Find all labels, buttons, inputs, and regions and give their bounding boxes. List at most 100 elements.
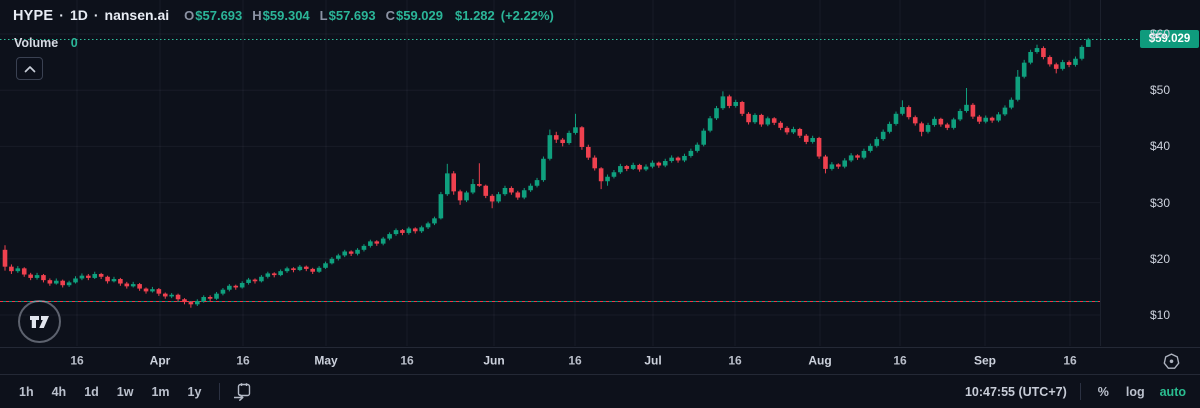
goto-date-button[interactable] [229, 380, 255, 404]
candle-body [157, 289, 162, 293]
ohlc-pair-H: H$59.304 [252, 8, 309, 23]
candle-body [701, 131, 706, 145]
interval-button-4h[interactable]: 4h [45, 382, 74, 402]
candle-body [817, 138, 822, 157]
candle-body [253, 280, 258, 282]
candle-body [310, 269, 315, 272]
candle-body [490, 196, 495, 202]
candle-body [374, 241, 379, 243]
candle-body [772, 118, 777, 122]
candle-body [945, 124, 950, 127]
separator-dot: · [94, 7, 99, 23]
collapse-pane-button[interactable] [16, 57, 43, 80]
candle-body [407, 228, 412, 232]
candle-body [285, 268, 290, 271]
candle-body [67, 282, 72, 285]
chart-app: HYPE · 1D · nansen.ai O$57.693H$59.304L$… [0, 0, 1200, 408]
candle-body [919, 123, 924, 131]
candle-body [868, 146, 873, 151]
candle-body [22, 268, 27, 274]
clock-display[interactable]: 10:47:55 (UTC+7) [965, 385, 1067, 399]
time-axis-label: Jul [644, 354, 661, 368]
candle-body [567, 133, 572, 143]
price-axis[interactable]: $59.029 $60$50$40$30$20$10 [1100, 0, 1200, 346]
candle-body [426, 223, 431, 227]
interval-button-1w[interactable]: 1w [110, 382, 141, 402]
candle-body [990, 118, 995, 121]
change-absolute: $1.282 [455, 8, 495, 23]
time-axis-label: 16 [70, 354, 83, 368]
price-axis-label: $50 [1150, 83, 1170, 97]
candle-body [291, 268, 296, 270]
indicator-name[interactable]: Volume [14, 36, 58, 50]
log-scale-button[interactable]: log [1126, 385, 1145, 399]
candle-body [605, 177, 610, 181]
candle-body [483, 186, 488, 196]
candle-body [810, 138, 815, 142]
candle-body [1086, 39, 1091, 46]
calendar-arrow-icon [232, 381, 253, 402]
candle-body [240, 283, 245, 287]
candle-body [394, 230, 399, 234]
candle-body [535, 180, 540, 186]
candle-body [830, 164, 835, 168]
candle-body [964, 105, 969, 111]
chart-settings-button[interactable] [1162, 352, 1181, 371]
candle-body [913, 117, 918, 123]
candle-body [201, 297, 206, 301]
interval-button-1d[interactable]: 1d [77, 382, 106, 402]
candle-body [1009, 100, 1014, 108]
candle-body [1060, 62, 1065, 69]
candle-body [99, 274, 104, 277]
chevron-up-icon [23, 64, 37, 74]
candle-body [413, 228, 418, 231]
candle-body [131, 284, 136, 286]
time-axis-label: Jun [483, 354, 504, 368]
candle-body [624, 166, 629, 169]
percent-scale-button[interactable]: % [1098, 385, 1109, 399]
ohlc-letter: H [252, 8, 261, 23]
ohlc-value: $57.693 [195, 8, 242, 23]
interval-button-1h[interactable]: 1h [12, 382, 41, 402]
candle-body [573, 127, 578, 133]
symbol-name[interactable]: HYPE [13, 8, 53, 24]
candle-body [259, 277, 264, 281]
tradingview-logo-icon [29, 315, 50, 329]
tradingview-logo[interactable] [18, 300, 61, 343]
candle-body [464, 192, 469, 200]
candle-body [272, 273, 277, 275]
candle-body [368, 241, 373, 245]
timeframe-label[interactable]: 1D [70, 7, 88, 23]
candle-body [503, 188, 508, 194]
candle-body [907, 107, 912, 117]
candle-body [560, 140, 565, 143]
candle-body [599, 168, 604, 181]
candle-body [342, 251, 347, 255]
interval-button-1m[interactable]: 1m [144, 382, 176, 402]
candle-body [528, 186, 533, 190]
candle-body [708, 118, 713, 130]
interval-button-1y[interactable]: 1y [181, 382, 209, 402]
separator-dot: · [59, 7, 64, 23]
auto-scale-button[interactable]: auto [1160, 385, 1186, 399]
candle-body [182, 299, 187, 302]
candle-body [317, 268, 322, 272]
bottom-toolbar: 1h4h1d1w1m1y 10:47:55 (UTC+7) % log auto [0, 374, 1200, 408]
time-axis[interactable]: 16Apr16May16Jun16Jul16Aug16Sep16 [0, 347, 1200, 374]
candle-body [1041, 48, 1046, 57]
candle-body [400, 230, 405, 233]
candle-body [765, 118, 770, 124]
candle-body [522, 190, 527, 197]
candle-body [163, 294, 168, 297]
candle-body [778, 123, 783, 128]
candle-body [323, 263, 328, 267]
candle-body [509, 188, 514, 192]
candle-body [1048, 57, 1053, 64]
candle-body [740, 102, 745, 114]
ohlc-letter: L [320, 8, 328, 23]
candle-body [150, 289, 155, 291]
candlestick-chart[interactable] [0, 0, 1200, 346]
volume-indicator-row: Volume 0 [14, 36, 78, 50]
candle-body [349, 251, 354, 253]
candle-body [894, 114, 899, 124]
